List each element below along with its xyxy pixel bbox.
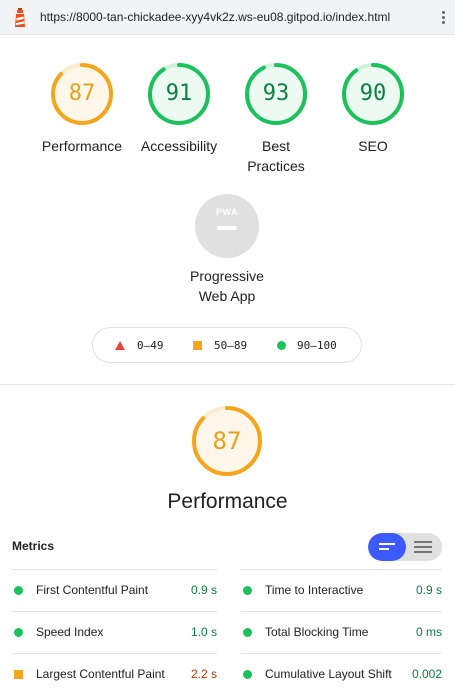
- more-options-icon[interactable]: [439, 9, 447, 27]
- performance-label[interactable]: Performance: [27, 136, 137, 156]
- metric-label: Cumulative Layout Shift: [265, 667, 392, 681]
- toggle-details-option[interactable]: [406, 533, 442, 561]
- metric-cumulative-layout-shift: Cumulative Layout Shift 0.002: [241, 653, 442, 694]
- best-practices-gauge[interactable]: 93: [244, 62, 308, 126]
- metric-first-contentful-paint: First Contentful Paint 0.9 s: [12, 569, 217, 611]
- metric-total-blocking-time: Total Blocking Time 0 ms: [241, 611, 442, 653]
- performance-gauge[interactable]: 87: [50, 62, 114, 126]
- legend-fail-range: 0–49: [137, 339, 164, 352]
- performance-score: 87: [68, 81, 96, 106]
- pwa-badge-text: PWA: [215, 207, 238, 217]
- pwa-label[interactable]: Progressive Web App: [172, 266, 282, 306]
- metric-value: 1.0 s: [190, 625, 217, 639]
- toggle-summary-option[interactable]: [368, 533, 406, 561]
- metric-largest-contentful-paint: Largest Contentful Paint 2.2 s: [12, 653, 217, 694]
- seo-label[interactable]: SEO: [318, 136, 428, 156]
- pass-circle-icon: [243, 628, 252, 637]
- accessibility-gauge[interactable]: 91: [147, 62, 211, 126]
- metrics-view-toggle[interactable]: [368, 533, 442, 561]
- pwa-not-applicable-dash: [217, 226, 237, 230]
- pass-circle-icon: [243, 586, 252, 595]
- lighthouse-logo-icon: [15, 8, 25, 27]
- metric-label: Time to Interactive: [265, 583, 364, 597]
- metric-speed-index: Speed Index 1.0 s: [12, 611, 217, 653]
- url-text: https://8000-tan-chickadee-xyy4vk2z.ws-e…: [40, 10, 391, 24]
- pass-circle-icon: [243, 670, 252, 679]
- metric-label: First Contentful Paint: [36, 583, 149, 597]
- metric-label: Speed Index: [36, 625, 104, 639]
- pass-circle-icon: [277, 341, 286, 350]
- metric-label: Largest Contentful Paint: [36, 667, 165, 681]
- metric-value: 0 ms: [415, 625, 442, 639]
- performance-large-gauge: 87: [191, 405, 263, 477]
- metrics-heading: Metrics: [12, 539, 55, 553]
- best-practices-label[interactable]: Best Practices: [221, 136, 331, 176]
- metric-value: 0.9 s: [190, 583, 217, 597]
- score-legend: 0–49 50–89 90–100: [92, 327, 362, 363]
- average-square-icon: [14, 670, 23, 679]
- pwa-badge-icon[interactable]: PWA: [195, 194, 259, 258]
- pass-circle-icon: [14, 628, 23, 637]
- legend-average-range: 50–89: [214, 339, 248, 352]
- metric-label: Total Blocking Time: [265, 625, 369, 639]
- metric-value: 0.002: [411, 667, 442, 681]
- performance-large-score: 87: [212, 427, 242, 455]
- fail-triangle-icon: [115, 341, 125, 350]
- legend-pass-range: 90–100: [297, 339, 337, 352]
- performance-heading: Performance: [167, 490, 288, 513]
- pass-circle-icon: [14, 586, 23, 595]
- accessibility-label[interactable]: Accessibility: [124, 136, 234, 156]
- average-square-icon: [193, 341, 202, 350]
- seo-score: 90: [359, 81, 387, 106]
- seo-gauge[interactable]: 90: [341, 62, 405, 126]
- metric-value: 2.2 s: [190, 667, 217, 681]
- best-practices-score: 93: [262, 81, 290, 106]
- address-bar: https://8000-tan-chickadee-xyy4vk2z.ws-e…: [0, 0, 455, 35]
- section-divider: [0, 384, 455, 385]
- accessibility-score: 91: [165, 81, 193, 106]
- metric-value: 0.9 s: [415, 583, 442, 597]
- metric-time-to-interactive: Time to Interactive 0.9 s: [241, 569, 442, 611]
